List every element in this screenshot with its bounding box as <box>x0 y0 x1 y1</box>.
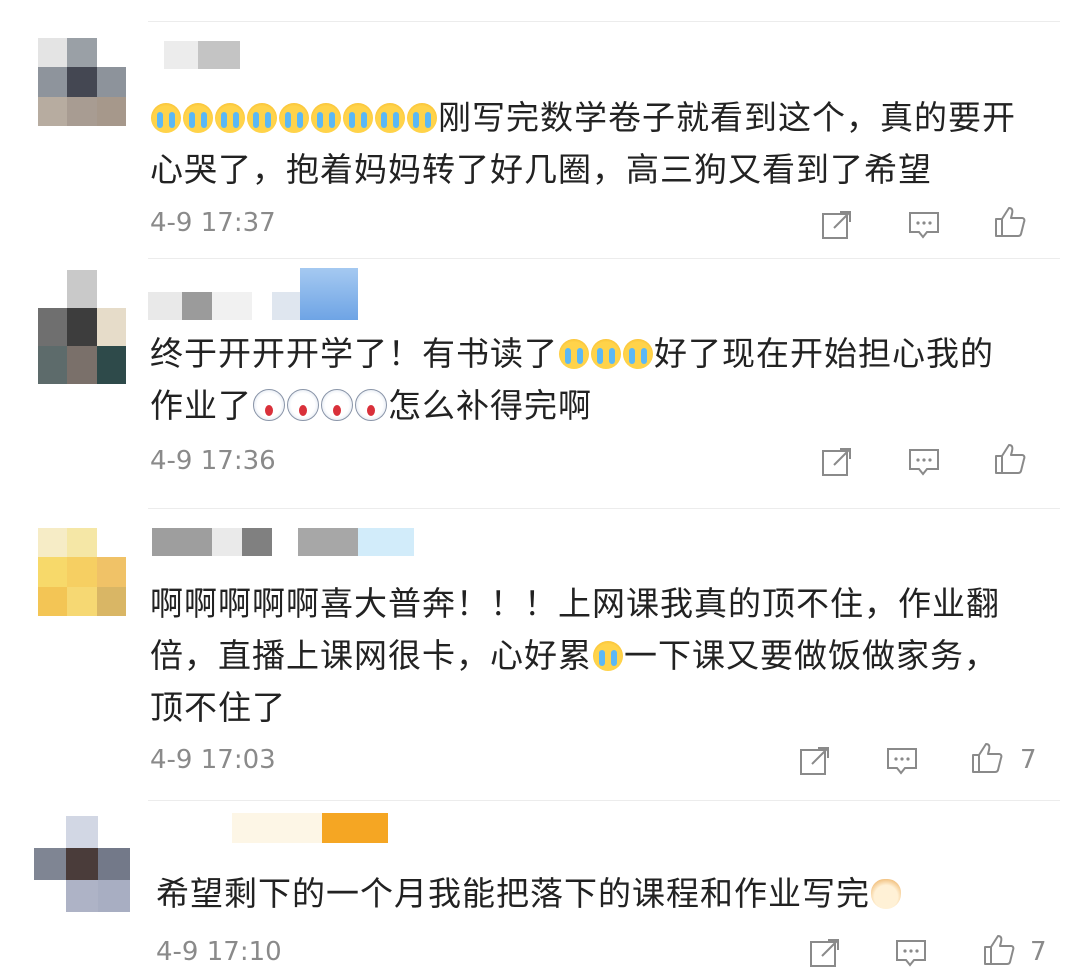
like-count: 7 <box>1020 745 1037 775</box>
like-count: 7 <box>1030 937 1047 967</box>
comment-text: 希望剩下的一个月我能把落下的课程和作业写完 <box>156 868 1020 920</box>
share-icon[interactable] <box>820 208 854 242</box>
comment-time: 4-9 17:36 <box>150 446 276 476</box>
avatar[interactable] <box>38 528 126 616</box>
divider <box>148 21 1060 22</box>
comment-time: 4-9 17:03 <box>150 745 276 775</box>
like-icon[interactable] <box>993 205 1027 239</box>
comment-icon[interactable] <box>894 936 928 970</box>
comment-icon[interactable] <box>907 208 941 242</box>
comment-text: 终于开开开学了！有书读了 好了现在开始担心我的作业了 怎么补得完啊 <box>150 334 994 425</box>
comment-time: 4-9 17:10 <box>156 937 282 967</box>
like-icon[interactable] <box>982 933 1016 967</box>
share-icon[interactable] <box>798 744 832 778</box>
avatar[interactable] <box>38 38 126 126</box>
username-blurred[interactable] <box>152 528 414 556</box>
divider <box>148 258 1060 259</box>
username-blurred[interactable] <box>164 41 240 69</box>
like-icon[interactable] <box>993 442 1027 476</box>
divider <box>148 508 1060 509</box>
share-icon[interactable] <box>808 936 842 970</box>
comment-time: 4-9 17:37 <box>150 208 276 238</box>
username-blurred[interactable] <box>148 268 358 320</box>
comment-icon[interactable] <box>907 445 941 479</box>
crying-face-icon <box>592 636 624 675</box>
avatar[interactable] <box>34 816 130 912</box>
avatar[interactable] <box>38 270 126 384</box>
username-blurred[interactable] <box>232 813 388 843</box>
comment-text: 刚写完数学卷子就看到这个，真的要开心哭了，抱着妈妈转了好几圈，高三狗又看到了希望 <box>150 98 1016 189</box>
like-icon[interactable] <box>970 741 1004 775</box>
cat-face-icon <box>870 874 902 913</box>
divider <box>148 800 1060 801</box>
comment-text: 啊啊啊啊啊喜大普奔！！！上网课我真的顶不住，作业翻倍，直播上课网很卡，心好累 一下… <box>150 584 1000 727</box>
comment-icon[interactable] <box>885 744 919 778</box>
crying-face-icon <box>150 98 438 137</box>
share-icon[interactable] <box>820 445 854 479</box>
dizzy-face-icon <box>252 386 388 425</box>
crying-face-icon <box>558 334 654 373</box>
